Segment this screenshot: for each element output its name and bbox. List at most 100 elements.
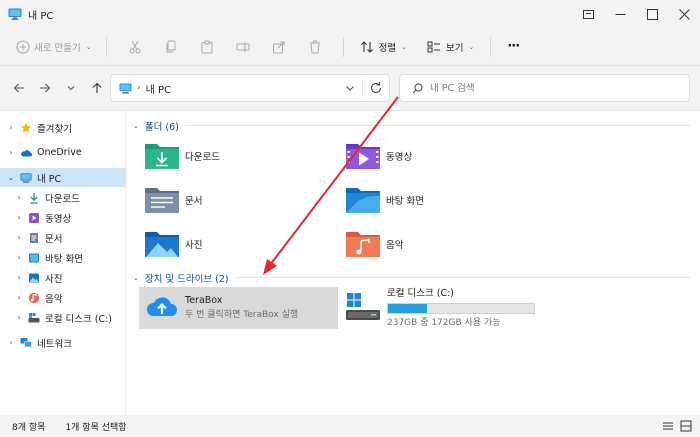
onedrive-cloud-icon	[20, 147, 32, 159]
paste-button[interactable]	[189, 32, 225, 62]
address-bar[interactable]: › 내 PC	[110, 74, 390, 102]
music-folder-icon	[346, 232, 380, 257]
expand-arrow-icon[interactable]: ›	[6, 338, 16, 347]
document-icon	[28, 232, 40, 244]
back-button[interactable]	[6, 75, 32, 101]
expand-arrow-icon[interactable]: ›	[14, 253, 24, 262]
sidebar-item-downloads[interactable]: › 다운로드	[0, 188, 126, 207]
new-plus-icon	[16, 39, 30, 54]
this-pc-icon	[8, 8, 22, 20]
drive-icon	[28, 312, 40, 324]
refresh-icon[interactable]	[369, 81, 383, 95]
search-icon	[412, 83, 423, 93]
folder-documents[interactable]: 문서	[143, 183, 202, 217]
this-pc-icon	[119, 82, 132, 93]
sidebar-item-desktop[interactable]: › 바탕 화면	[0, 248, 126, 267]
folder-label: 다운로드	[185, 152, 220, 163]
delete-button[interactable]	[297, 32, 333, 62]
view-button[interactable]: 보기 ⌄	[421, 32, 480, 62]
search-box[interactable]	[399, 74, 690, 102]
breadcrumb-item[interactable]: 내 PC	[146, 81, 171, 96]
item-count: 8개 항목	[12, 422, 46, 433]
folders-section-title: 폴더 (6)	[144, 122, 179, 133]
expand-arrow-icon[interactable]: ›	[14, 233, 24, 242]
collapse-caret-icon[interactable]: ⌄	[133, 274, 139, 282]
share-button[interactable]	[261, 32, 297, 62]
file-list: ⌄ 폴더 (6) 다운로드 동영상 문서 바탕 화면 사진 음악 ⌄ 장치 및 …	[127, 111, 700, 416]
folder-label: 사진	[185, 240, 203, 251]
drive-local-disk[interactable]: 로컬 디스크 (C:) 237GB 중 172GB 사용 가능	[343, 287, 543, 329]
trash-icon	[309, 40, 320, 53]
download-icon	[28, 192, 40, 204]
sidebar-item-label: 즐겨찾기	[37, 123, 72, 135]
sidebar-item-music[interactable]: › 음악	[0, 288, 126, 307]
expand-arrow-icon[interactable]: ›	[6, 123, 16, 132]
drive-usage-text: 237GB 중 172GB 사용 가능	[387, 317, 501, 328]
maximize-icon	[646, 8, 658, 20]
folder-downloads[interactable]: 다운로드	[143, 139, 220, 173]
expand-arrow-icon[interactable]: ›	[14, 273, 24, 282]
sidebar-item-pictures[interactable]: › 사진	[0, 268, 126, 287]
details-view-icon[interactable]	[662, 420, 674, 432]
maximize-button[interactable]	[636, 0, 668, 28]
address-dropdown-icon[interactable]	[345, 83, 355, 93]
folders-section-header[interactable]: ⌄ 폴더 (6)	[133, 119, 693, 133]
new-button[interactable]: 새로 만들기 ⌄	[16, 39, 92, 54]
expand-arrow-icon[interactable]: ›	[14, 293, 24, 302]
sidebar-item-this-pc[interactable]: ⌄ 내 PC	[0, 168, 126, 187]
rename-button[interactable]	[225, 32, 261, 62]
minimize-button[interactable]	[604, 0, 636, 28]
close-button[interactable]	[668, 0, 700, 28]
sidebar-item-label: 네트워크	[37, 338, 72, 350]
up-button[interactable]	[84, 75, 110, 101]
drive-terabox[interactable]: TeraBox 두 번 클릭하면 TeraBox 실행	[139, 287, 338, 329]
sidebar-item-quick-access[interactable]: › 즐겨찾기	[0, 118, 126, 137]
address-divider	[362, 79, 363, 97]
toolbar-divider	[490, 36, 492, 57]
video-icon	[28, 212, 40, 224]
folder-videos[interactable]: 동영상	[344, 139, 412, 173]
sidebar-item-network[interactable]: › 네트워크	[0, 333, 126, 352]
arrow-left-icon	[13, 83, 24, 93]
folder-music[interactable]: 음악	[344, 227, 403, 261]
navigation-pane: › 즐겨찾기 › OneDrive ⌄ 내 PC › 다운로드 › 동영상 › …	[0, 111, 126, 416]
sidebar-item-label: 문서	[45, 233, 63, 245]
more-options-button[interactable]: ···	[501, 32, 525, 62]
music-icon	[28, 292, 40, 304]
cut-button[interactable]	[117, 32, 153, 62]
chevron-down-icon	[67, 86, 75, 91]
copy-button[interactable]	[153, 32, 189, 62]
sort-button[interactable]: 정렬 ⌄	[354, 32, 413, 62]
large-icons-view-icon[interactable]	[680, 420, 692, 432]
arrow-up-icon	[92, 82, 102, 93]
navigation-bar: › 내 PC	[0, 66, 700, 110]
sidebar-item-label: 바탕 화면	[45, 253, 83, 265]
expand-arrow-icon[interactable]: ›	[14, 193, 24, 202]
search-input[interactable]	[430, 82, 670, 94]
toolbar-divider	[105, 36, 107, 57]
collapse-caret-icon[interactable]: ⌄	[133, 122, 139, 130]
drive-subtitle: 두 번 클릭하면 TeraBox 실행	[185, 310, 299, 320]
view-icon	[427, 41, 440, 52]
sidebar-item-local-disk[interactable]: › 로컬 디스크 (C:)	[0, 308, 126, 327]
forward-button[interactable]	[32, 75, 58, 101]
recent-locations-button[interactable]	[58, 75, 84, 101]
sidebar-item-label: 다운로드	[45, 193, 80, 205]
sidebar-item-videos[interactable]: › 동영상	[0, 208, 126, 227]
expand-arrow-icon[interactable]: ›	[6, 148, 16, 157]
collapse-arrow-icon[interactable]: ⌄	[6, 173, 16, 182]
expand-arrow-icon[interactable]: ›	[14, 313, 24, 322]
sidebar-item-documents[interactable]: › 문서	[0, 228, 126, 247]
sidebar-item-onedrive[interactable]: › OneDrive	[0, 143, 126, 162]
folder-pictures[interactable]: 사진	[143, 227, 202, 261]
desktop-icon	[28, 252, 40, 264]
drives-section-header[interactable]: ⌄ 장치 및 드라이브 (2)	[133, 271, 693, 285]
this-pc-icon	[20, 172, 32, 184]
section-divider	[185, 125, 690, 126]
folder-desktop[interactable]: 바탕 화면	[344, 183, 424, 217]
storage-usage-fill	[388, 303, 428, 313]
section-divider	[237, 277, 690, 278]
expand-arrow-icon[interactable]: ›	[14, 213, 24, 222]
close-icon	[678, 8, 690, 20]
snap-layout-button[interactable]	[572, 0, 604, 28]
